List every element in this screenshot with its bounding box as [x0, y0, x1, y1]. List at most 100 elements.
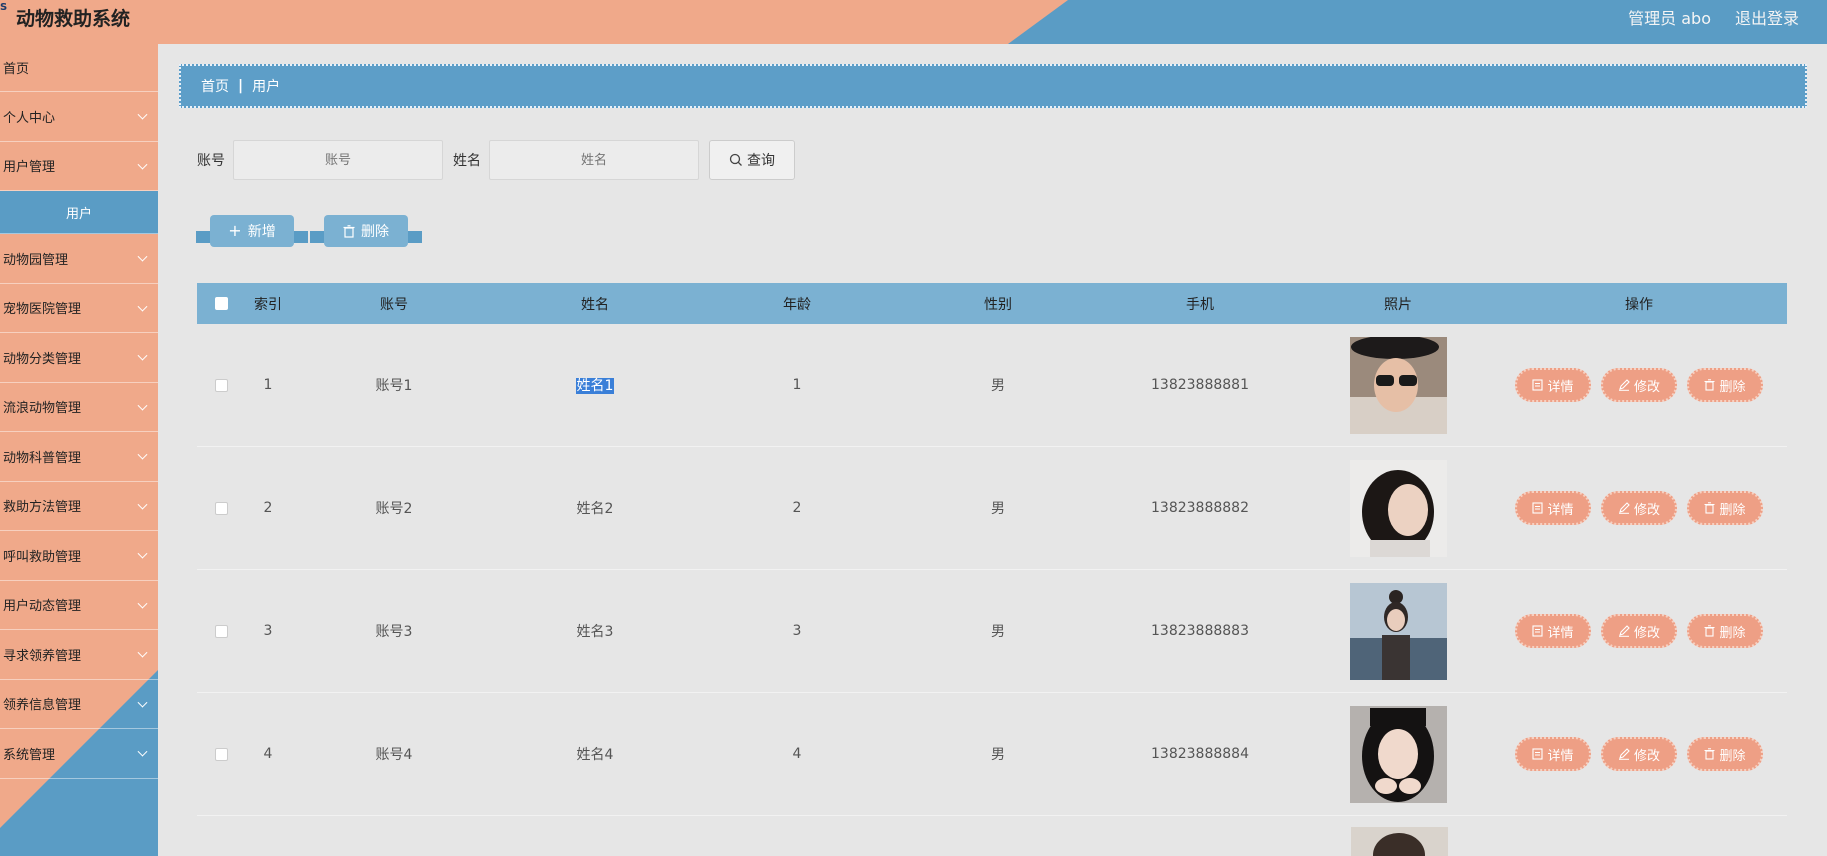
sidebar-item[interactable]: 宠物医院管理 [0, 284, 158, 333]
sidebar-item[interactable]: 动物科普管理 [0, 432, 158, 482]
row-actions: 详情 修改 删除 [1491, 368, 1787, 402]
sidebar-item-label: 救助方法管理 [3, 500, 82, 516]
row-delete-button-label: 删除 [1719, 625, 1746, 641]
document-icon [1532, 748, 1544, 760]
logout-link[interactable]: 退出登录 [1735, 5, 1799, 29]
delete-button-tail [408, 231, 422, 243]
cell-account: 账号2 [375, 501, 413, 517]
cell-account: 账号1 [375, 378, 413, 394]
header-sex: 性别 [984, 296, 1012, 313]
sidebar-item[interactable]: 寻求领养管理 [0, 630, 158, 680]
edit-button[interactable]: 修改 [1601, 614, 1677, 648]
sidebar-item[interactable]: 呼叫救助管理 [0, 531, 158, 581]
row-delete-button[interactable]: 删除 [1687, 491, 1763, 525]
cell-age: 1 [792, 377, 802, 393]
header-age: 年龄 [783, 296, 811, 313]
header-account: 账号 [380, 296, 408, 313]
detail-button[interactable]: 详情 [1515, 368, 1591, 402]
sidebar-item-label: 用户 [65, 206, 92, 222]
sidebar-item[interactable]: 动物分类管理 [0, 333, 158, 383]
chevron-down-icon [137, 697, 148, 708]
row-delete-button[interactable]: 删除 [1687, 614, 1763, 648]
row-checkbox[interactable] [214, 501, 228, 515]
row-delete-button[interactable]: 删除 [1687, 368, 1763, 402]
document-icon [1532, 379, 1544, 391]
name-search-input[interactable] [489, 140, 699, 180]
plus-icon: + [228, 221, 242, 240]
sidebar-item[interactable]: 救助方法管理 [0, 482, 158, 531]
sidebar-item-label: 动物科普管理 [3, 450, 82, 466]
table-body: 1 账号1 姓名1 1 男 13823888881 详情 修改 删除 2 账号2 姓名2 2 男 13823… [197, 324, 1787, 816]
edit-button[interactable]: 修改 [1601, 491, 1677, 525]
sidebar-item-label: 宠物医院管理 [3, 302, 82, 318]
chevron-down-icon [137, 301, 148, 312]
header-photo: 照片 [1384, 296, 1412, 313]
sidebar-item-label: 系统管理 [3, 747, 56, 763]
search-icon [729, 153, 742, 166]
header-phone: 手机 [1186, 296, 1214, 313]
sidebar-item[interactable]: 系统管理 [0, 729, 158, 779]
query-button-label: 查询 [747, 153, 775, 169]
edit-button[interactable]: 修改 [1601, 368, 1677, 402]
user-photo [1349, 705, 1447, 803]
breadcrumb-separator: | [238, 78, 244, 94]
sidebar-item[interactable]: 个人中心 [0, 92, 158, 142]
cell-name: 姓名2 [576, 501, 614, 517]
row-checkbox[interactable] [214, 624, 228, 638]
detail-button[interactable]: 详情 [1515, 614, 1591, 648]
cell-name: 姓名3 [576, 624, 614, 640]
chevron-down-icon [137, 746, 148, 757]
cell-account: 账号4 [375, 747, 413, 763]
chevron-down-icon [137, 548, 148, 559]
top-header: S 动物救助系统 管理员 abo 退出登录 [0, 0, 1827, 44]
cell-age: 2 [792, 500, 802, 516]
pencil-icon [1618, 502, 1630, 514]
sidebar-item-label: 流浪动物管理 [3, 401, 82, 417]
document-icon [1532, 502, 1544, 514]
sidebar-item-label: 领养信息管理 [3, 698, 82, 714]
edit-button[interactable]: 修改 [1601, 737, 1677, 771]
cell-sex: 男 [991, 501, 1005, 517]
cell-age: 3 [792, 623, 802, 639]
detail-button[interactable]: 详情 [1515, 491, 1591, 525]
cell-name-wrap: 姓名2 [497, 498, 693, 518]
chevron-down-icon [137, 647, 148, 658]
add-button-tab [196, 231, 210, 243]
row-delete-button[interactable]: 删除 [1687, 737, 1763, 771]
row-checkbox[interactable] [214, 378, 228, 392]
sidebar-item[interactable]: 用户管理 [0, 142, 158, 191]
cell-index: 4 [263, 746, 273, 762]
header-name: 姓名 [581, 296, 609, 313]
header-operations: 操作 [1625, 296, 1653, 313]
sidebar-item[interactable]: 用户动态管理 [0, 581, 158, 630]
breadcrumb-home[interactable]: 首页 [201, 76, 229, 96]
query-button[interactable]: 查询 [709, 140, 795, 180]
sidebar-item[interactable]: 领养信息管理 [0, 680, 158, 729]
sidebar-subitem-users[interactable]: 用户 [0, 191, 158, 234]
add-button[interactable]: + 新增 [210, 215, 294, 247]
detail-button[interactable]: 详情 [1515, 737, 1591, 771]
pencil-icon [1618, 625, 1630, 637]
row-actions: 详情 修改 删除 [1491, 737, 1787, 771]
row-actions: 详情 修改 删除 [1491, 491, 1787, 525]
detail-button-label: 详情 [1547, 748, 1574, 764]
sidebar-item[interactable]: 动物园管理 [0, 234, 158, 284]
cell-name: 姓名1 [575, 378, 615, 394]
row-checkbox[interactable] [214, 747, 228, 761]
user-photo [1349, 459, 1447, 557]
batch-delete-button[interactable]: 删除 [324, 215, 408, 247]
detail-button-label: 详情 [1547, 379, 1574, 395]
select-all-checkbox[interactable] [214, 297, 228, 310]
pencil-icon [1618, 748, 1630, 760]
sidebar-item-label: 动物分类管理 [3, 351, 82, 367]
breadcrumb-current: 用户 [252, 79, 281, 95]
sidebar-item[interactable]: 首页 [0, 44, 158, 92]
cell-sex: 男 [991, 624, 1005, 640]
sidebar-item[interactable]: 流浪动物管理 [0, 383, 158, 432]
sidebar-item-label: 寻求领养管理 [3, 648, 82, 664]
cell-phone: 13823888884 [1151, 746, 1249, 762]
trash-icon [1704, 748, 1715, 760]
user-photo-partial [1351, 827, 1448, 856]
detail-button-label: 详情 [1547, 625, 1574, 641]
account-search-input[interactable] [233, 140, 443, 180]
